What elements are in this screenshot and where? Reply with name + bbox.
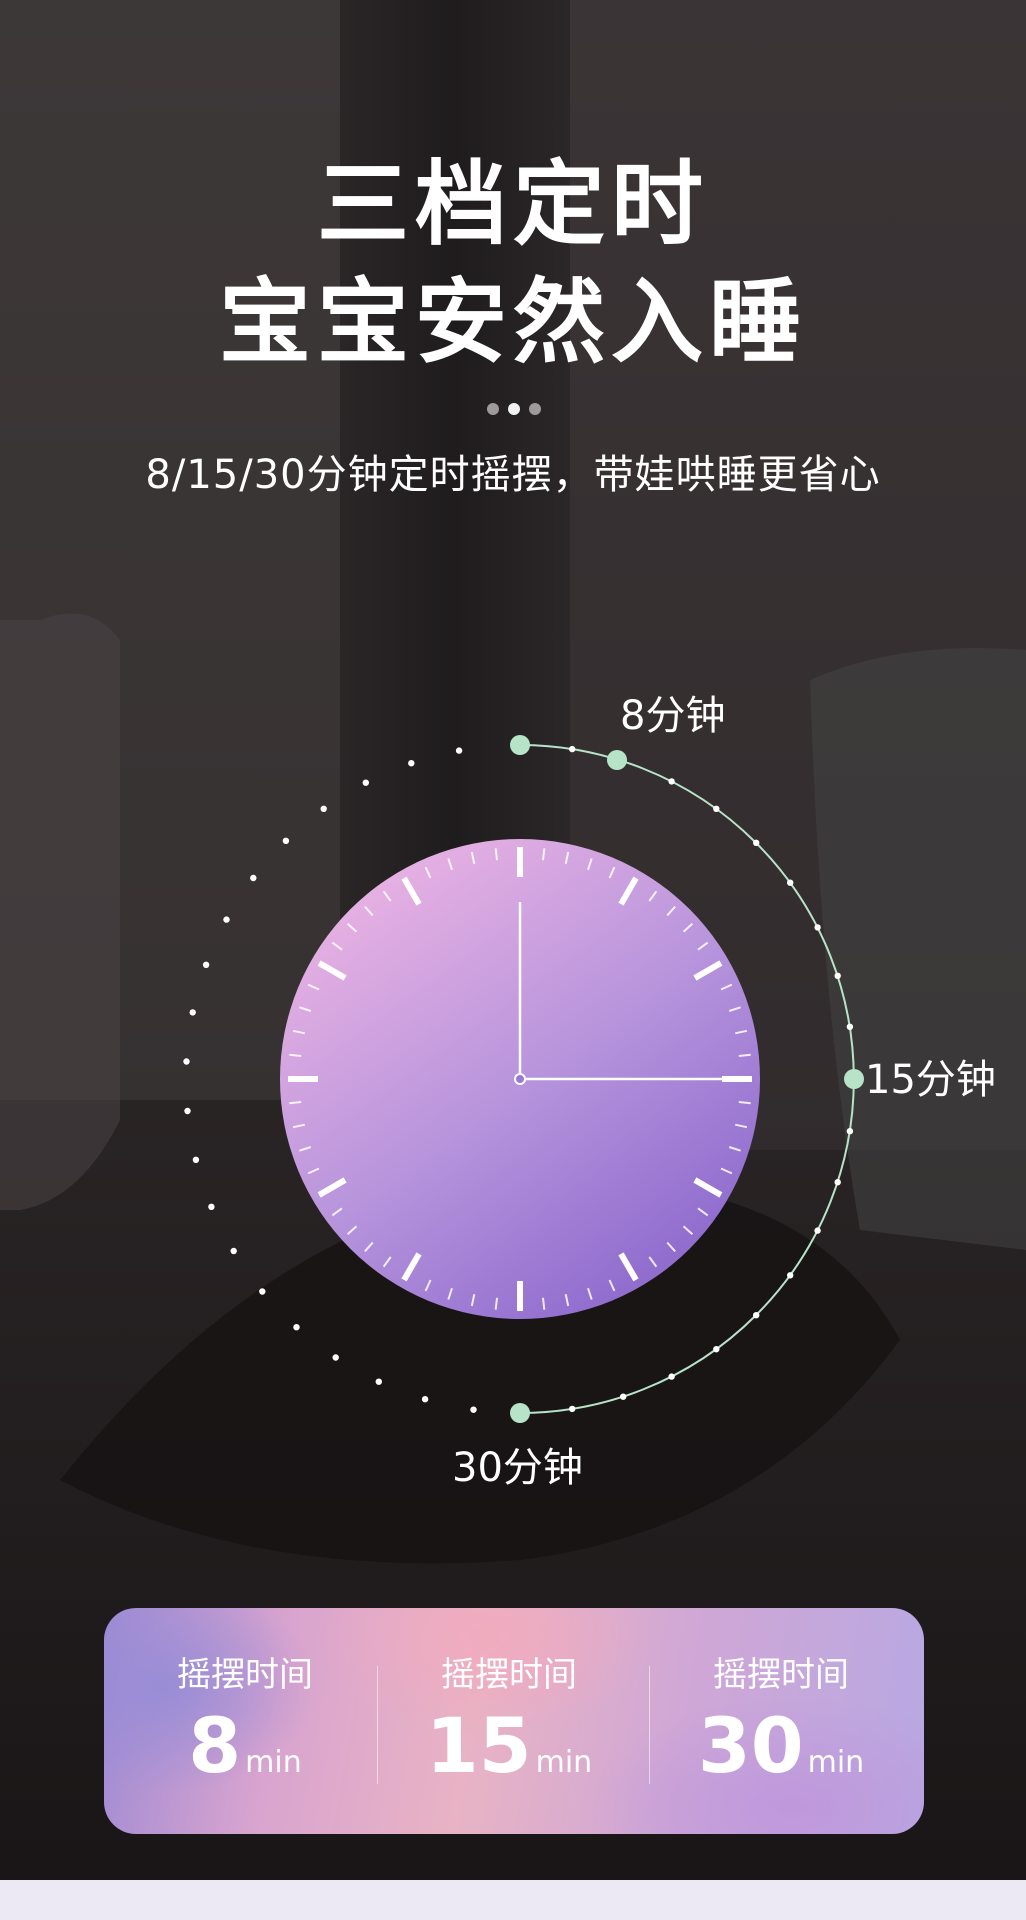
clock-minor-tick	[542, 1297, 546, 1310]
ring-dot	[320, 805, 327, 812]
ring-dot	[408, 760, 415, 767]
swing-time-unit: min	[807, 1745, 865, 1780]
clock-minor-tick	[738, 1101, 751, 1105]
arc-dot	[753, 839, 760, 846]
ring-dot	[208, 1203, 215, 1211]
arc-dot	[787, 1272, 794, 1279]
ring-dot	[282, 837, 290, 844]
clock-minor-tick	[542, 848, 546, 861]
swing-time-value: 8 min	[114, 1706, 376, 1807]
swing-time-number: 15	[425, 1701, 532, 1790]
timer-marker-8	[607, 750, 627, 770]
timer-label-8min: 8分钟	[620, 693, 726, 739]
arc-dot	[834, 1179, 841, 1186]
arc-dot	[569, 1405, 576, 1413]
swing-time-item-15: 摇摆时间 15 min	[378, 1608, 640, 1834]
ring-dot	[183, 1058, 190, 1065]
ring-dot	[470, 1406, 477, 1413]
timer-label-15min: 15分钟	[865, 1057, 996, 1103]
arc-dot	[668, 1373, 675, 1380]
swing-time-item-8: 摇摆时间 8 min	[114, 1608, 376, 1834]
arc-dot	[846, 1023, 854, 1030]
timer-marker-30	[510, 1403, 530, 1423]
ring-dot	[189, 1009, 196, 1016]
ring-dot	[230, 1247, 237, 1255]
ring-dot	[259, 1288, 266, 1295]
timer-label-30min: 30分钟	[452, 1445, 583, 1491]
swing-time-label: 摇摆时间	[441, 1655, 577, 1695]
arc-dot	[846, 1128, 854, 1135]
clock-minor-tick	[289, 1101, 302, 1105]
ring-dot	[192, 1156, 200, 1164]
ring-dot	[202, 961, 210, 968]
arc-dot	[569, 745, 576, 753]
timer-marker-15	[844, 1069, 864, 1089]
swing-time-unit: min	[245, 1745, 302, 1780]
swing-time-value: 30 min	[650, 1706, 912, 1807]
ring-dot	[421, 1396, 429, 1403]
arc-dot	[814, 924, 821, 931]
swing-time-number: 8	[188, 1701, 242, 1790]
swing-time-unit: min	[535, 1745, 593, 1780]
arc-dot	[814, 1227, 821, 1234]
ring-dot	[455, 747, 463, 754]
ring-dot	[293, 1324, 300, 1331]
arc-dot	[834, 972, 841, 979]
arc-dot	[753, 1312, 760, 1319]
swing-time-label: 摇摆时间	[713, 1655, 849, 1695]
timer-marker-start	[510, 735, 530, 755]
arc-dot	[713, 1346, 720, 1353]
ring-dot	[362, 779, 369, 786]
clock-minor-tick	[494, 848, 498, 861]
arc-dot	[713, 805, 720, 812]
clock-minor-tick	[289, 1053, 302, 1057]
ring-dot	[223, 916, 230, 923]
ring-dot	[184, 1107, 191, 1115]
arc-dot	[668, 778, 675, 785]
clock-minor-tick	[494, 1297, 498, 1310]
ring-dot	[375, 1378, 382, 1385]
arc-dot	[620, 1393, 627, 1400]
clock-minor-tick	[738, 1053, 751, 1057]
swing-time-number: 30	[697, 1701, 804, 1790]
ring-dot	[332, 1354, 339, 1361]
clock-center-pin	[514, 1073, 526, 1085]
swing-time-value: 15 min	[378, 1706, 640, 1807]
swing-time-item-30: 摇摆时间 30 min	[650, 1608, 912, 1834]
swing-time-panel: 摇摆时间 8 min 摇摆时间 15 min 摇摆时间 30 min	[104, 1608, 924, 1834]
arc-dot	[787, 879, 794, 886]
ring-dot	[250, 874, 257, 882]
swing-time-label: 摇摆时间	[177, 1655, 313, 1695]
